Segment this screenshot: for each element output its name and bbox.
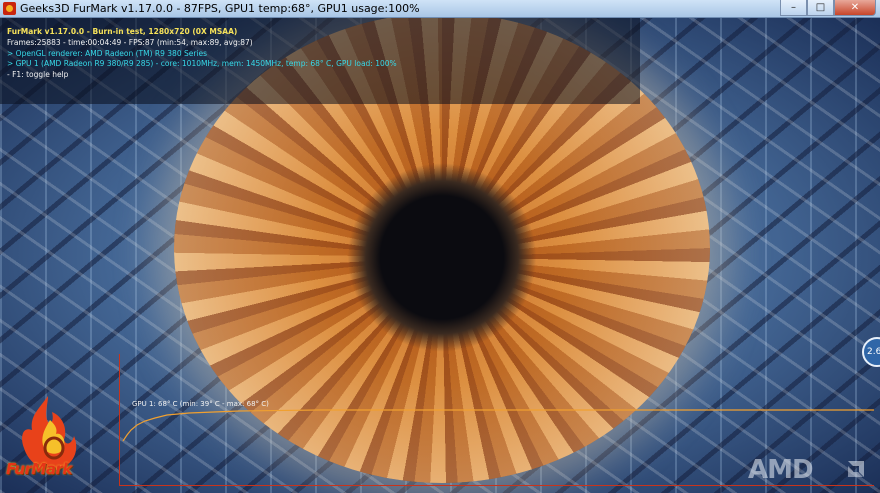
overlay-renderer-line: > OpenGL renderer: AMD Radeon (TM) R9 38… xyxy=(7,48,208,58)
close-button[interactable]: ✕ xyxy=(834,0,876,16)
overlay-gpu-line: > GPU 1 (AMD Radeon R9 380/R9 285) - cor… xyxy=(7,59,397,69)
minimize-button[interactable]: – xyxy=(780,0,807,16)
graph-x-axis xyxy=(119,485,874,486)
title-bar: Geeks3D FurMark v1.17.0.0 - 87FPS, GPU1 … xyxy=(0,0,880,18)
overlay-frames-line: Frames:25883 - time:00:04:49 - FPS:87 (m… xyxy=(7,37,253,47)
temperature-graph-line xyxy=(122,409,874,442)
overlay-help-line: - F1: toggle help xyxy=(7,70,69,80)
graph-temperature-label: GPU 1: 68° C (min: 39° C - max: 68° C) xyxy=(132,400,269,408)
overlay-title-line: FurMark v1.17.0.0 - Burn-in test, 1280x7… xyxy=(7,27,238,36)
amd-logo-text: AMD xyxy=(748,455,814,485)
furmark-app-icon[interactable] xyxy=(3,2,16,15)
amd-arrow-icon xyxy=(848,461,864,477)
furmark-logo-text: FurMark xyxy=(6,460,72,478)
overlay-info: FurMark v1.17.0.0 - Burn-in test, 1280x7… xyxy=(7,27,397,81)
window-title: Geeks3D FurMark v1.17.0.0 - 87FPS, GPU1 … xyxy=(20,2,420,15)
maximize-button[interactable]: □ xyxy=(807,0,834,16)
window-controls: – □ ✕ xyxy=(780,0,876,17)
